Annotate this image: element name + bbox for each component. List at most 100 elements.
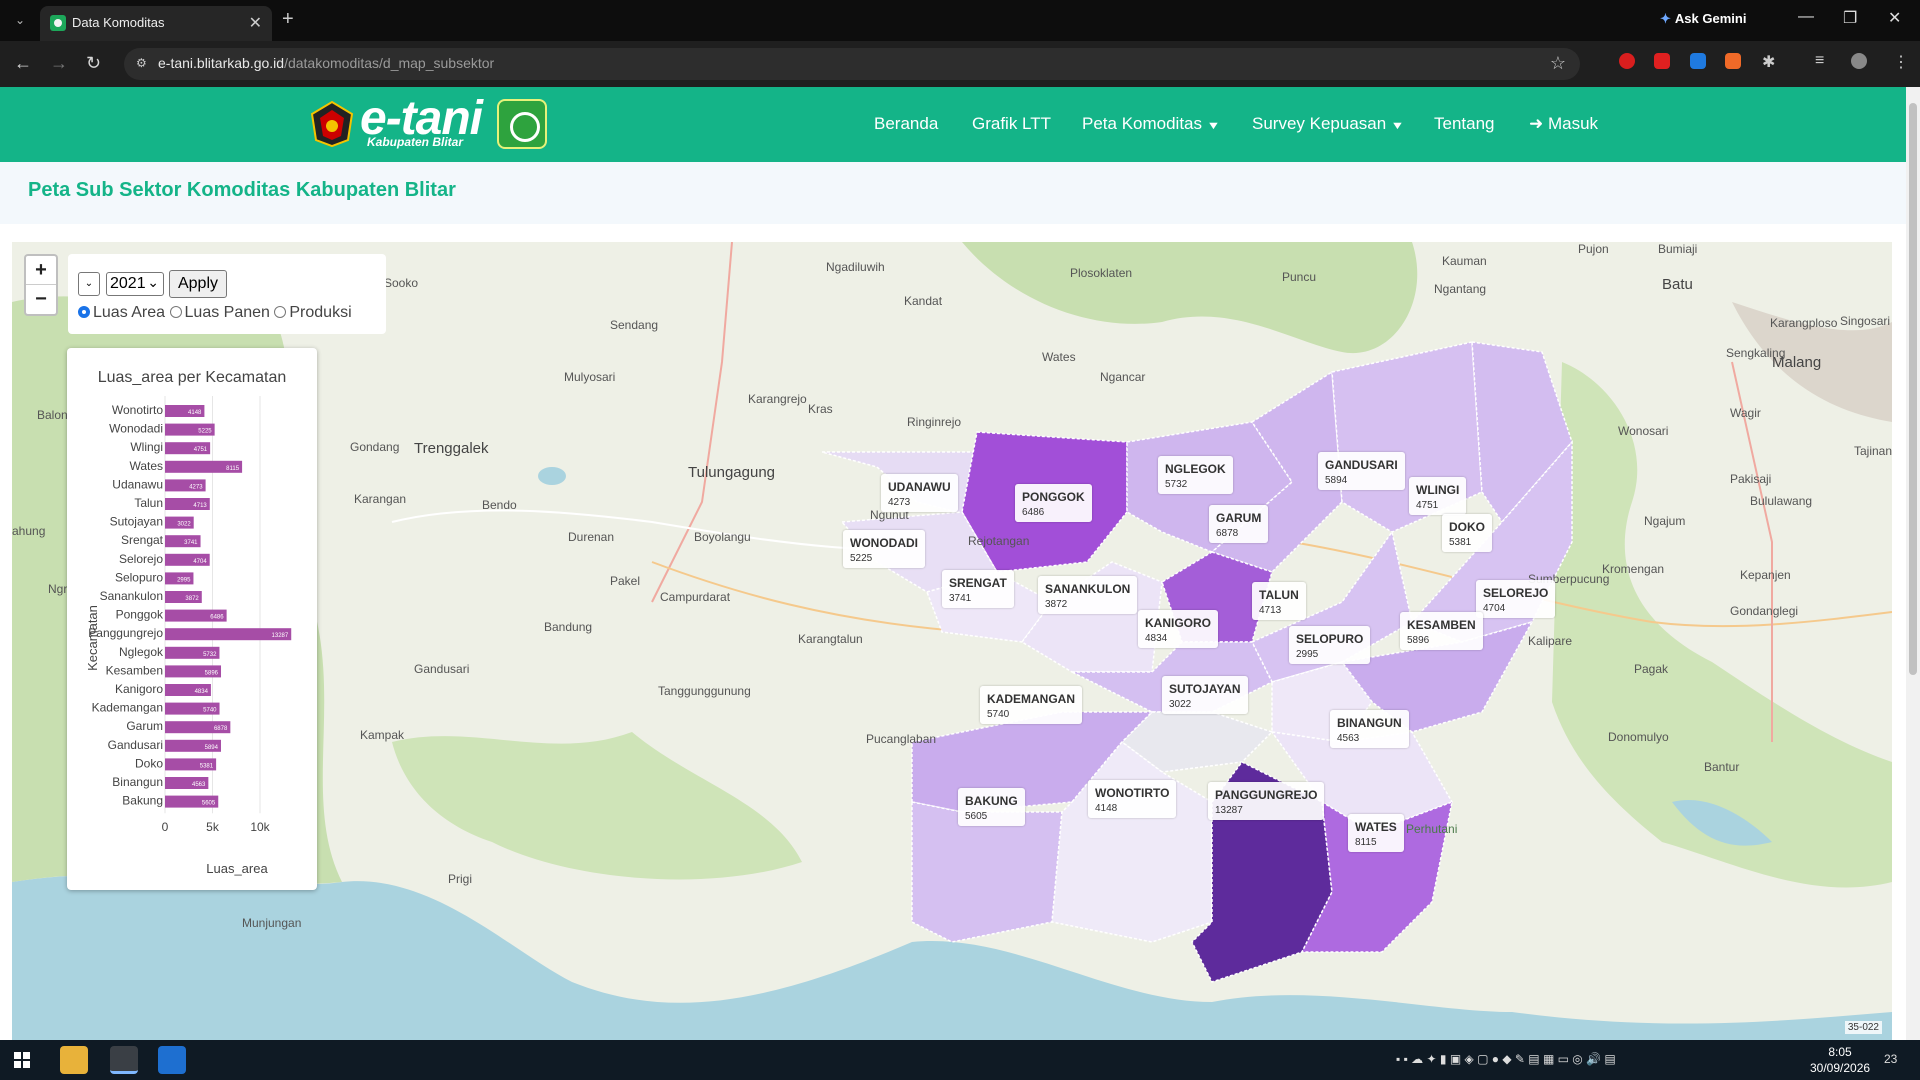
district-label-selopuro[interactable]: SELOPURO 2995	[1289, 626, 1371, 664]
district-label-udanawu[interactable]: UDANAWU 4273	[881, 474, 958, 512]
district-label-garum[interactable]: GARUM 6878	[1209, 505, 1269, 543]
district-value: 4148	[1095, 803, 1118, 814]
district-label-bakung[interactable]: BAKUNG 5605	[958, 788, 1025, 826]
radio-luas-panen[interactable]: Luas Panen	[169, 304, 270, 321]
district-label-wonodadi[interactable]: WONODADI 5225	[843, 530, 925, 568]
district-label-gandusari[interactable]: GANDUSARI 5894	[1318, 452, 1405, 490]
map-view[interactable]: Trenggalek Tulungagung Malang Batu Senda…	[12, 242, 1892, 1040]
district-label-kademangan[interactable]: KADEMANGAN 5740	[980, 686, 1082, 724]
nav-masuk[interactable]: ➜ Masuk	[1529, 114, 1598, 134]
district-name: NGLEGOK	[1165, 462, 1226, 476]
bar-value-label: 4834	[195, 689, 209, 695]
place-label: Puncu	[1282, 270, 1317, 284]
bar-value-label: 3741	[184, 540, 198, 546]
scrollbar-thumb[interactable]	[1909, 103, 1917, 675]
nav-beranda[interactable]: Beranda	[874, 114, 938, 134]
taskbar-clock[interactable]: 8:05 30/09/2026	[1810, 1044, 1870, 1076]
extension-youtube-icon[interactable]	[1654, 53, 1670, 69]
clock-time: 8:05	[1828, 1045, 1852, 1059]
nav-grafik-ltt[interactable]: Grafik LTT	[972, 114, 1051, 134]
district-value: 4834	[1145, 633, 1168, 644]
nav-tentang[interactable]: Tentang	[1434, 114, 1495, 134]
district-value: 5605	[965, 811, 988, 822]
minimize-icon[interactable]: —	[1798, 8, 1814, 26]
y-tick-label: Talun	[134, 496, 163, 510]
district-label-ponggok[interactable]: PONGGOK 6486	[1015, 484, 1092, 522]
notification-icon[interactable]: 23	[1884, 1052, 1897, 1066]
reading-list-icon[interactable]: ≡	[1815, 52, 1824, 70]
district-label-selorejo[interactable]: SELOREJO 4704	[1476, 580, 1556, 618]
windows-start-icon[interactable]	[14, 1052, 30, 1068]
tray-icons[interactable]: ▪ ▪ ☁ ✦ ▮ ▣ ◈ ▢ ● ◆ ✎ ▤ ▦ ▭ ◎ 🔊 ▤	[1396, 1052, 1616, 1066]
chart-bars: 0 5k 10k Wonotirto 4148 Wonodadi 5225 Wlingi 475…	[88, 396, 292, 834]
filter-control: ⌄ 2021 Apply Luas Area Luas Panen Produk…	[68, 254, 386, 334]
place-label: Pakel	[610, 574, 641, 588]
district-label-doko[interactable]: DOKO 5381	[1442, 514, 1492, 552]
district-label-kesamben[interactable]: KESAMBEN 5896	[1400, 612, 1483, 650]
place-label: Wonosari	[1618, 424, 1669, 438]
district-label-kanigoro[interactable]: KANIGORO 4834	[1138, 610, 1218, 648]
extension-orange-icon[interactable]	[1725, 53, 1741, 69]
radio-produksi[interactable]: Produksi	[274, 304, 352, 321]
close-tab-icon[interactable]: ✕	[249, 13, 262, 33]
url-bar[interactable]: ⚙ e-tani.blitarkab.go.id/datakomoditas/d…	[124, 48, 1580, 80]
place-label: Pucanglaban	[866, 732, 937, 746]
forward-icon[interactable]: →	[50, 53, 68, 74]
apply-button[interactable]: Apply	[169, 270, 227, 298]
ask-gemini-button[interactable]: ✦ Ask Gemini	[1660, 11, 1746, 27]
page-scrollbar[interactable]	[1906, 87, 1920, 1040]
logo-subtitle: Kabupaten Blitar	[367, 135, 464, 149]
zoom-control: + −	[24, 254, 58, 316]
browser-tab[interactable]: Data Komoditas ✕	[40, 6, 272, 41]
radio-luas-area[interactable]: Luas Area	[78, 304, 165, 321]
zoom-in-button[interactable]: +	[26, 256, 56, 285]
y-tick-label: Kademangan	[92, 701, 163, 715]
place-label: Singosari	[1840, 314, 1891, 328]
profile-avatar-icon[interactable]	[1851, 53, 1867, 69]
nav-peta-komoditas[interactable]: Peta Komoditas ▼	[1082, 114, 1221, 134]
district-label-panggungrejo[interactable]: PANGGUNGREJO 13287	[1208, 782, 1325, 820]
chrome-app-icon[interactable]	[110, 1046, 138, 1074]
subsektor-select[interactable]: ⌄	[78, 272, 100, 296]
year-select[interactable]: 2021	[106, 271, 164, 296]
restore-icon[interactable]: ❐	[1843, 8, 1857, 28]
site-info-icon[interactable]: ⚙	[136, 56, 147, 70]
district-label-binangun[interactable]: BINANGUN 4563	[1330, 710, 1409, 748]
file-explorer-icon[interactable]	[60, 1046, 88, 1074]
extension-s-icon[interactable]	[1690, 53, 1706, 69]
browser-menu-icon[interactable]: ⋮	[1893, 52, 1909, 72]
district-polygons[interactable]	[821, 341, 1573, 983]
back-icon[interactable]: ←	[14, 53, 32, 74]
district-value: 3022	[1169, 699, 1192, 710]
district-label-wates[interactable]: WATES 8115	[1348, 814, 1404, 852]
new-tab-icon[interactable]: +	[282, 8, 294, 31]
radio-unchecked-icon[interactable]	[274, 306, 287, 318]
vscode-app-icon[interactable]	[158, 1046, 186, 1074]
district-label-sanankulon[interactable]: SANANKULON 3872	[1038, 576, 1138, 614]
bar-value-label: 13287	[272, 633, 289, 639]
place-label: Perhutani	[1406, 822, 1458, 836]
district-label-sutojayan[interactable]: SUTOJAYAN 3022	[1162, 676, 1248, 714]
radio-unchecked-icon[interactable]	[169, 306, 182, 318]
district-label-talun[interactable]: TALUN 4713	[1252, 582, 1306, 620]
nav-survey-kepuasan[interactable]: Survey Kepuasan ▼	[1252, 114, 1405, 134]
district-value: 4563	[1337, 733, 1360, 744]
zoom-out-button[interactable]: −	[26, 285, 56, 314]
reload-icon[interactable]: ↻	[86, 53, 101, 74]
extensions-puzzle-icon[interactable]: ✱	[1762, 52, 1775, 72]
district-label-nglegok[interactable]: NGLEGOK 5732	[1158, 456, 1233, 494]
place-label: Bandung	[544, 620, 593, 634]
forest-south	[392, 732, 802, 880]
title-band: Peta Sub Sektor Komoditas Kabupaten Blit…	[0, 162, 1906, 224]
tab-search-icon[interactable]: ⌄	[10, 10, 30, 30]
district-label-wlingi[interactable]: WLINGI 4751	[1409, 477, 1467, 515]
extension-red-icon[interactable]	[1619, 53, 1635, 69]
bookmark-star-icon[interactable]: ☆	[1550, 53, 1566, 74]
district-label-wonotirto[interactable]: WONOTIRTO 4148	[1088, 780, 1177, 818]
radio-checked-icon[interactable]	[78, 306, 90, 318]
district-label-srengat[interactable]: SRENGAT 3741	[942, 570, 1014, 608]
place-label: Tulungagung	[688, 464, 776, 481]
close-window-icon[interactable]: ✕	[1888, 8, 1901, 28]
site-header: e-tani Kabupaten Blitar Beranda Grafik L…	[0, 87, 1906, 162]
place-label: Pujon	[1578, 242, 1609, 256]
